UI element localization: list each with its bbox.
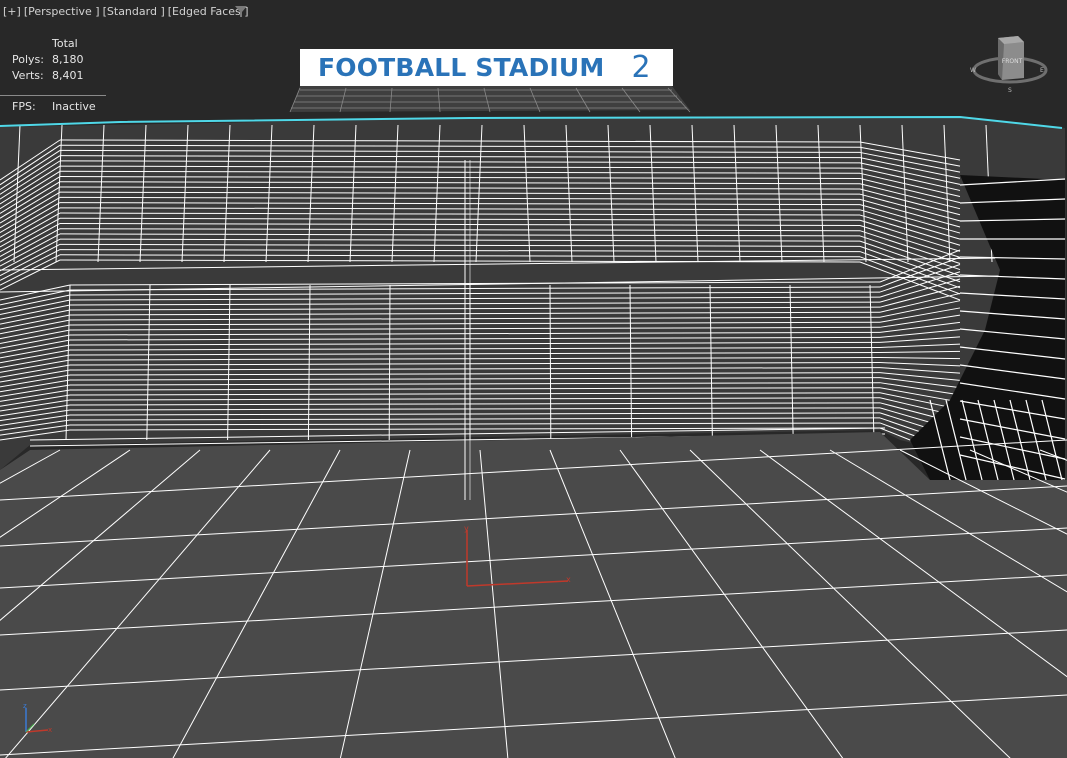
pitch-floor: [0, 432, 1067, 758]
verts-value: 8,401: [52, 69, 84, 82]
stats-divider: [0, 95, 106, 96]
svg-text:S: S: [1008, 87, 1012, 94]
fps-readout: FPS: Inactive: [12, 99, 96, 115]
viewport-plus-menu[interactable]: [+]: [3, 5, 21, 18]
viewcube-navigation[interactable]: FRONT W E S: [968, 30, 1048, 96]
svg-text:W: W: [970, 67, 976, 74]
svg-text:z: z: [23, 702, 27, 710]
stadium-wireframe-scene[interactable]: y x: [0, 0, 1067, 758]
svg-text:FRONT: FRONT: [1002, 58, 1023, 65]
perspective-viewport[interactable]: y x [+] [Perspective ] [Standard ] [Edged F…: [0, 0, 1067, 758]
verts-label: Verts:: [12, 69, 44, 82]
polys-value: 8,180: [52, 53, 84, 66]
polys-label: Polys:: [12, 53, 44, 66]
fps-label: FPS:: [12, 100, 36, 113]
svg-text:x: x: [566, 575, 571, 584]
viewport-pov-menu[interactable]: [Perspective ]: [24, 5, 100, 18]
viewport-shading-standard-menu[interactable]: [Standard ]: [103, 5, 165, 18]
world-axis-tripod: z x: [23, 702, 52, 734]
svg-text:E: E: [1040, 67, 1044, 74]
fps-value: Inactive: [52, 100, 96, 113]
stats-header: Total: [52, 37, 78, 50]
svg-text:x: x: [48, 726, 52, 734]
viewport-label-menu[interactable]: [+] [Perspective ] [Standard ] [Edged Faces…: [3, 5, 252, 18]
statistics-panel: Total Polys: 8,180 Verts: 8,401: [12, 36, 112, 84]
title-text: FOOTBALL STADIUM: [318, 53, 605, 82]
svg-text:y: y: [464, 524, 469, 533]
funnel-filter-icon[interactable]: [234, 5, 248, 18]
title-number: 2: [631, 50, 651, 85]
title-card: FOOTBALL STADIUM 2: [300, 49, 673, 86]
